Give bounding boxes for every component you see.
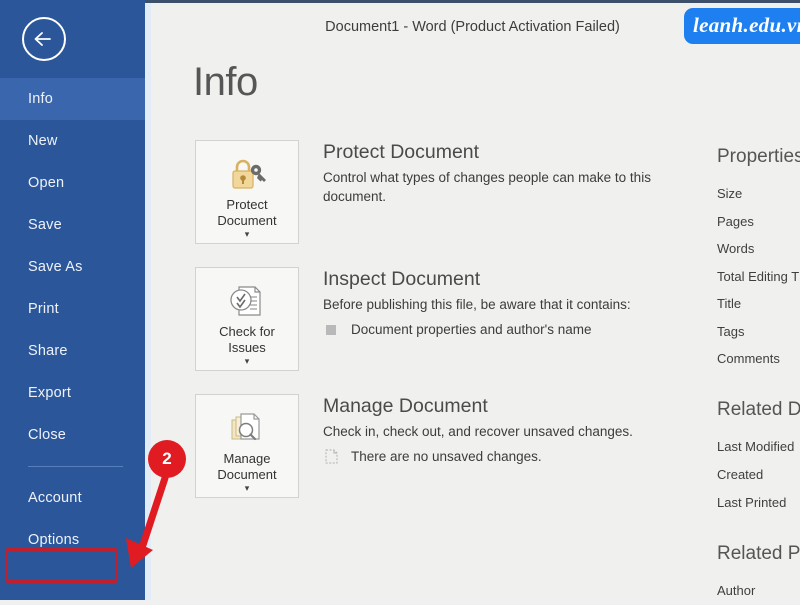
protect-document-button-label: Protect Document (217, 197, 277, 228)
document-stack-magnifier-icon (225, 407, 269, 449)
card-note-text: Document properties and author's name (351, 321, 592, 337)
property-row-created[interactable]: Created (717, 461, 800, 489)
card-title: Manage Document (323, 395, 488, 417)
sidebar-item-save[interactable]: Save (0, 204, 145, 246)
property-row-author[interactable]: Author (717, 577, 800, 605)
property-row-words[interactable]: Words (717, 235, 800, 263)
sidebar-item-label: Account (28, 490, 82, 506)
check-for-issues-button[interactable]: Check for Issues ▾ (195, 267, 299, 371)
property-row-last-printed[interactable]: Last Printed (717, 489, 800, 517)
sidebar-item-new[interactable]: New (0, 120, 145, 162)
inspect-document-body: Inspect Document Before publishing this … (299, 267, 715, 371)
dashed-document-icon (323, 449, 339, 465)
property-row-comments[interactable]: Comments (717, 345, 800, 373)
sidebar-item-label: Open (28, 175, 65, 191)
card-title: Protect Document (323, 141, 480, 163)
sidebar-item-label: Export (28, 385, 72, 401)
card-note: There are no unsaved changes. (323, 448, 715, 466)
sidebar-divider (28, 466, 123, 467)
sidebar-item-close[interactable]: Close (0, 414, 145, 456)
properties-pane: Properties Size Pages Words Total Editin… (717, 146, 800, 605)
property-label: Words (717, 241, 755, 256)
document-inspect-icon (225, 280, 269, 322)
property-label: Last Modified (717, 438, 795, 454)
property-row-pages[interactable]: Pages (717, 208, 800, 236)
sidebar-item-print[interactable]: Print (0, 288, 145, 330)
property-row-tags[interactable]: Tags (717, 318, 800, 346)
property-label: Created (717, 466, 764, 482)
sidebar-item-share[interactable]: Share (0, 330, 145, 372)
property-label: Tags (717, 323, 745, 339)
word-backstage-info-screen: Info New Open Save Save As Print Share E… (0, 0, 800, 600)
card-description: Control what types of changes people can… (323, 170, 651, 204)
document-title: Document1 - Word (Product Activation Fai… (325, 19, 620, 35)
property-label: Comments (717, 351, 780, 366)
card-title: Inspect Document (323, 268, 481, 290)
manage-document-button-label: Manage Document (217, 451, 277, 482)
info-cards: Protect Document ▾ Protect Document Cont… (195, 140, 715, 521)
card-manage-document: Manage Document ▾ Manage Document Check … (195, 394, 715, 498)
property-label: Last Printed (717, 494, 787, 510)
backstage-content: Document1 - Word (Product Activation Fai… (145, 0, 800, 600)
sidebar-item-label: New (28, 133, 58, 149)
back-button-container (0, 0, 145, 78)
page-title: Info (193, 60, 258, 104)
square-bullet-icon (323, 322, 339, 338)
sidebar-item-options[interactable]: Options (0, 519, 145, 561)
related-dates-heading: Related Da (717, 398, 800, 420)
card-description: Before publishing this file, be aware th… (323, 297, 631, 312)
back-arrow-icon (33, 31, 55, 47)
site-watermark: leanh.edu.vn (684, 8, 800, 44)
card-inspect-document: Check for Issues ▾ Inspect Document Befo… (195, 267, 715, 371)
property-row-title[interactable]: Title (717, 290, 800, 318)
card-protect-document: Protect Document ▾ Protect Document Cont… (195, 140, 715, 244)
card-description: Check in, check out, and recover unsaved… (323, 424, 633, 439)
padlock-key-icon (225, 153, 269, 195)
sidebar-item-label: Options (28, 532, 80, 548)
card-note-text: There are no unsaved changes. (351, 448, 542, 464)
property-row-last-modified[interactable]: Last Modified (717, 433, 800, 461)
property-label: Author (717, 582, 756, 598)
property-label: Size (717, 186, 743, 201)
sidebar-item-info[interactable]: Info (0, 78, 145, 120)
property-row-size[interactable]: Size (717, 180, 800, 208)
property-label: Total Editing T (717, 268, 800, 284)
property-label: Title (717, 296, 742, 311)
sidebar-item-label: Save (28, 217, 62, 233)
manage-document-button[interactable]: Manage Document ▾ (195, 394, 299, 498)
sidebar-item-label: Share (28, 343, 68, 359)
properties-heading: Properties (717, 146, 800, 167)
protect-document-body: Protect Document Control what types of c… (299, 140, 715, 244)
back-button[interactable] (22, 17, 66, 61)
related-people-heading: Related Pe (717, 542, 800, 564)
chevron-down-icon: ▾ (244, 483, 250, 493)
chevron-down-icon: ▾ (244, 229, 250, 239)
property-label: Pages (717, 213, 754, 229)
sidebar-item-save-as[interactable]: Save As (0, 246, 145, 288)
sidebar-item-label: Close (28, 427, 67, 443)
protect-document-button[interactable]: Protect Document ▾ (195, 140, 299, 244)
sidebar-item-account[interactable]: Account (0, 477, 145, 519)
chevron-down-icon: ▾ (244, 356, 250, 366)
sidebar-item-label: Info (28, 91, 53, 107)
sidebar-item-label: Print (28, 301, 59, 317)
sidebar-item-label: Save As (28, 259, 83, 275)
backstage-sidebar: Info New Open Save Save As Print Share E… (0, 0, 145, 600)
card-note: Document properties and author's name (323, 321, 715, 339)
sidebar-item-open[interactable]: Open (0, 162, 145, 204)
check-for-issues-button-label: Check for Issues (219, 324, 275, 355)
sidebar-item-export[interactable]: Export (0, 372, 145, 414)
manage-document-body: Manage Document Check in, check out, and… (299, 394, 715, 498)
property-row-total-editing-time[interactable]: Total Editing T (717, 263, 800, 291)
